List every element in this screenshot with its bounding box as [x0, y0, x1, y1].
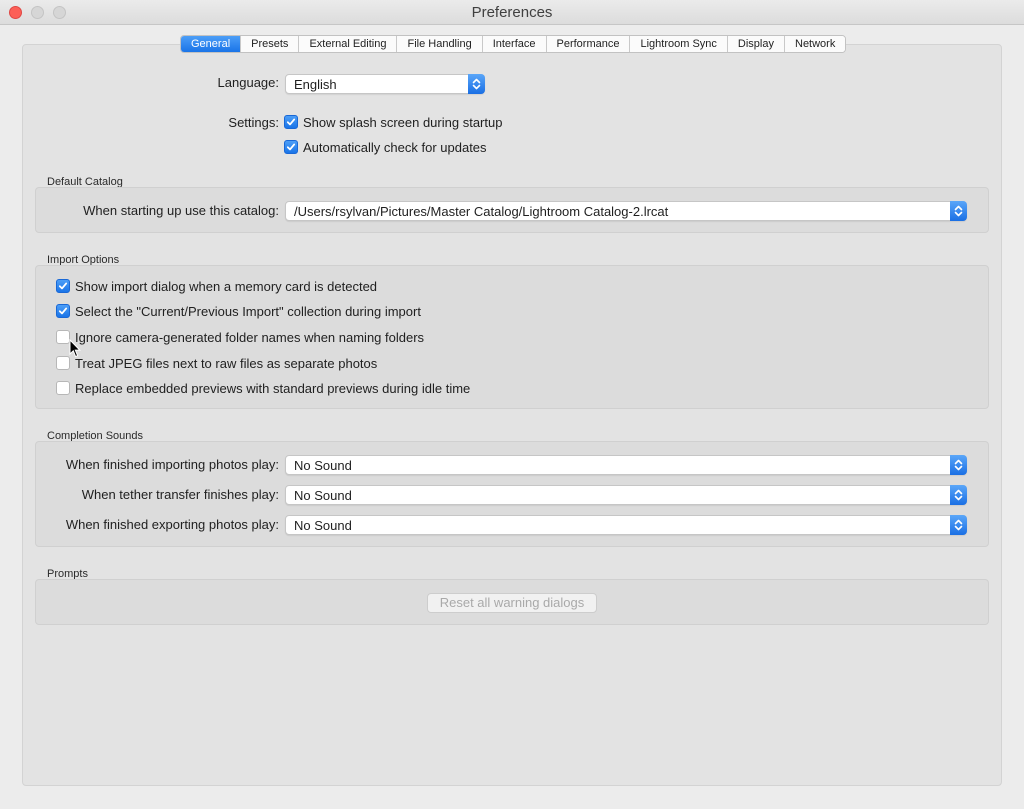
export-sound-value: No Sound	[294, 518, 352, 533]
show-splash-checkbox-row[interactable]: Show splash screen during startup	[284, 114, 502, 130]
import-dialog-checkbox[interactable]	[56, 279, 70, 293]
chevron-updown-icon	[950, 201, 967, 221]
import-option-row[interactable]: Replace embedded previews with standard …	[56, 380, 470, 396]
chevron-updown-icon	[950, 485, 967, 505]
tab-bar: General Presets External Editing File Ha…	[180, 35, 847, 53]
tab-file-handling[interactable]: File Handling	[397, 36, 483, 52]
chevron-updown-icon	[950, 515, 967, 535]
current-import-checkbox[interactable]	[56, 304, 70, 318]
title-bar: Preferences	[0, 0, 1024, 25]
tether-sound-label: When tether transfer finishes play:	[81, 487, 279, 502]
mouse-pointer-icon	[69, 338, 81, 363]
import-option-row[interactable]: Show import dialog when a memory card is…	[56, 278, 377, 294]
preferences-panel	[22, 44, 1002, 786]
show-splash-checkbox[interactable]	[284, 115, 298, 129]
show-splash-label: Show splash screen during startup	[303, 114, 503, 130]
check-updates-checkbox-row[interactable]: Automatically check for updates	[284, 139, 487, 155]
tab-interface[interactable]: Interface	[482, 36, 547, 52]
language-select[interactable]: English	[285, 74, 485, 94]
reset-warning-dialogs-button[interactable]: Reset all warning dialogs	[427, 593, 597, 613]
preferences-window: Preferences General Presets External Edi…	[0, 0, 1024, 809]
check-updates-label: Automatically check for updates	[303, 139, 487, 155]
tether-sound-value: No Sound	[294, 488, 352, 503]
import-sound-value: No Sound	[294, 458, 352, 473]
import-option-label: Select the "Current/Previous Import" col…	[75, 303, 421, 319]
import-option-label: Show import dialog when a memory card is…	[75, 278, 378, 294]
import-sound-label: When finished importing photos play:	[65, 457, 279, 472]
import-option-label: Replace embedded previews with standard …	[75, 380, 471, 396]
export-sound-select[interactable]: No Sound	[285, 515, 967, 535]
ignore-folder-names-checkbox[interactable]	[56, 330, 70, 344]
window-title: Preferences	[471, 4, 553, 21]
import-option-label: Ignore camera-generated folder names whe…	[75, 329, 425, 345]
export-sound-label: When finished exporting photos play:	[65, 517, 279, 532]
tab-performance[interactable]: Performance	[546, 36, 631, 52]
catalog-value: /Users/rsylvan/Pictures/Master Catalog/L…	[294, 204, 669, 219]
import-sound-select[interactable]: No Sound	[285, 455, 967, 475]
tab-general[interactable]: General	[181, 36, 242, 52]
language-label: Language:	[217, 75, 279, 90]
tab-external-editing[interactable]: External Editing	[299, 36, 398, 52]
tab-display[interactable]: Display	[727, 36, 785, 52]
import-option-row[interactable]: Ignore camera-generated folder names whe…	[56, 329, 424, 345]
catalog-select[interactable]: /Users/rsylvan/Pictures/Master Catalog/L…	[285, 201, 967, 221]
chevron-updown-icon	[950, 455, 967, 475]
replace-previews-checkbox[interactable]	[56, 381, 70, 395]
import-option-row[interactable]: Treat JPEG files next to raw files as se…	[56, 355, 377, 371]
tether-sound-select[interactable]: No Sound	[285, 485, 967, 505]
tab-lightroom-sync[interactable]: Lightroom Sync	[630, 36, 728, 52]
check-updates-checkbox[interactable]	[284, 140, 298, 154]
chevron-updown-icon	[468, 74, 485, 94]
import-option-row[interactable]: Select the "Current/Previous Import" col…	[56, 303, 421, 319]
import-option-label: Treat JPEG files next to raw files as se…	[75, 355, 378, 371]
treat-jpeg-separate-checkbox[interactable]	[56, 356, 70, 370]
tab-network[interactable]: Network	[785, 36, 846, 52]
settings-label: Settings:	[228, 115, 279, 130]
language-value: English	[294, 77, 337, 92]
tab-presets[interactable]: Presets	[241, 36, 300, 52]
catalog-label: When starting up use this catalog:	[83, 203, 279, 218]
